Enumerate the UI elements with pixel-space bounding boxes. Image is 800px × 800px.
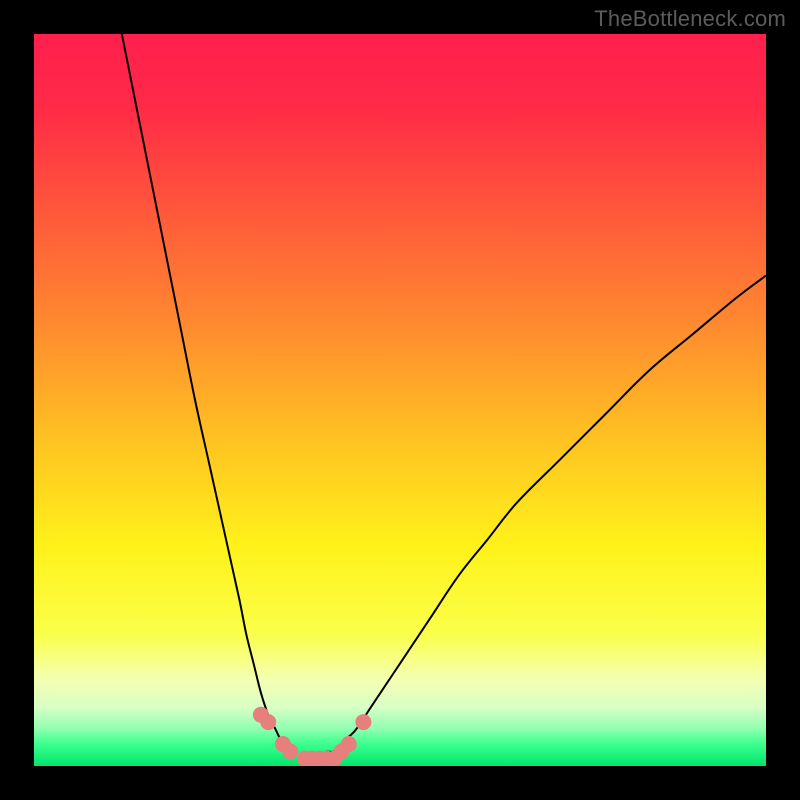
bottleneck-chart (34, 34, 766, 766)
threshold-dot (355, 714, 371, 730)
watermark-text: TheBottleneck.com (594, 6, 786, 32)
threshold-dot (260, 714, 276, 730)
chart-frame: TheBottleneck.com (0, 0, 800, 800)
threshold-dot (341, 736, 357, 752)
threshold-dot (282, 743, 298, 759)
